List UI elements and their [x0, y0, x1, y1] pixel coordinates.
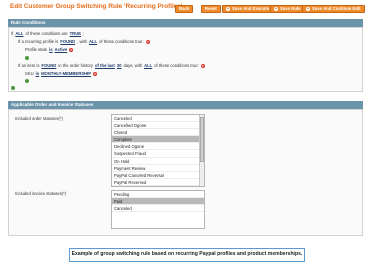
- condition-text: of these conditions true:: [154, 63, 199, 68]
- condition-attribute: Profile state: [25, 47, 48, 52]
- order-statuses-select[interactable]: Canceled Cancelled Ogone Closed Complete Dec…: [111, 114, 205, 187]
- invoice-statuses-select[interactable]: Pending Paid Canceled: [111, 190, 205, 229]
- rule-conditions-header: Rule Conditions: [8, 19, 363, 27]
- reset-button[interactable]: Reset: [201, 5, 221, 13]
- save-icon: +: [226, 6, 230, 11]
- value-link[interactable]: TRUE: [70, 31, 81, 36]
- condition-text: :: [83, 31, 85, 36]
- days-link[interactable]: 30: [117, 63, 122, 68]
- condition-text: If a recurring profile is: [18, 39, 59, 44]
- found-link[interactable]: FOUND: [41, 63, 56, 68]
- remove-icon[interactable]: ×: [145, 39, 150, 44]
- back-button-label: Back: [179, 6, 190, 11]
- page-title: Edit Customer Group Switching Rule 'Recu…: [10, 3, 183, 10]
- condition-text: If an item is: [18, 63, 40, 68]
- list-item[interactable]: Canceled: [112, 115, 200, 123]
- list-item[interactable]: Canceled: [112, 205, 204, 213]
- remove-icon[interactable]: ×: [93, 71, 97, 76]
- add-condition-icon[interactable]: [11, 86, 15, 90]
- condition-order-history: If an item is FOUND in the order history…: [18, 63, 205, 68]
- condition-attribute: SKU: [25, 71, 34, 76]
- condition-recurring-profile: If a recurring profile is FOUND , with A…: [18, 39, 150, 44]
- list-item[interactable]: Paid: [112, 198, 204, 206]
- caption: Example of group switching rule based on…: [69, 248, 305, 262]
- condition-root: If ALL of these conditions are TRUE :: [11, 31, 84, 36]
- list-item[interactable]: Suspected Fraud: [112, 150, 200, 158]
- aggregator-link[interactable]: ALL: [15, 31, 23, 36]
- found-link[interactable]: FOUND: [60, 39, 75, 44]
- back-button[interactable]: Back: [175, 5, 194, 13]
- aggregator-link[interactable]: ALL: [89, 39, 97, 44]
- condition-text: of these conditions true:: [99, 39, 144, 44]
- rule-conditions-panel: [8, 27, 363, 92]
- save-and-execute-button[interactable]: + Save And Execute: [222, 5, 274, 13]
- condition-text: , with: [77, 39, 87, 44]
- order-options: Canceled Cancelled Ogone Closed Complete Dec…: [112, 115, 200, 186]
- add-condition-icon[interactable]: [25, 56, 29, 60]
- save-and-continue-button[interactable]: + Save And Continue Edit: [302, 5, 365, 13]
- save-and-continue-label: Save And Continue Edit: [312, 6, 361, 11]
- list-item[interactable]: Cancelled Ogone: [112, 122, 200, 130]
- scrollbar-thumb[interactable]: [200, 117, 204, 162]
- order-statuses-label: Included order statuses(*): [15, 116, 63, 121]
- invoice-options: Pending Paid Canceled: [112, 191, 204, 213]
- list-item[interactable]: Pending: [112, 191, 204, 199]
- reset-button-label: Reset: [205, 6, 217, 11]
- list-item[interactable]: Declined Ogone: [112, 143, 200, 151]
- condition-text: of these conditions are: [25, 31, 68, 36]
- value-link[interactable]: MONTHLY-MEMBERSHIP: [41, 71, 91, 76]
- operator-link[interactable]: is: [49, 47, 53, 52]
- remove-icon[interactable]: ×: [200, 63, 205, 68]
- condition-text: If: [11, 31, 14, 36]
- list-item[interactable]: Closed: [112, 129, 200, 137]
- add-condition-icon[interactable]: [25, 79, 29, 83]
- value-link[interactable]: Active: [55, 47, 68, 52]
- period-link[interactable]: of the last: [95, 63, 115, 68]
- list-item[interactable]: Payment Review: [112, 165, 200, 172]
- condition-text: in the order history: [58, 63, 93, 68]
- save-icon: +: [274, 6, 278, 11]
- list-item[interactable]: On Hold: [112, 158, 200, 165]
- list-item[interactable]: PayPal Canceled Reversal: [112, 172, 200, 179]
- save-rule-button[interactable]: + Save Rule: [270, 5, 305, 13]
- invoice-statuses-label: Included invoice statuses(*): [15, 191, 67, 196]
- scrollbar[interactable]: [199, 115, 204, 186]
- save-rule-label: Save Rule: [280, 6, 301, 11]
- condition-sku: SKU is MONTHLY-MEMBERSHIP ×: [25, 71, 97, 76]
- statuses-header: Applicable Order and Invoice Statuses: [8, 101, 363, 109]
- operator-link[interactable]: is: [36, 71, 40, 76]
- save-icon: +: [306, 6, 310, 11]
- remove-icon[interactable]: ×: [69, 47, 74, 52]
- list-item[interactable]: PayPal Reversed: [112, 179, 200, 186]
- condition-profile-state: Profile state is Active ×: [25, 47, 74, 52]
- condition-text: days, with: [123, 63, 143, 68]
- list-item[interactable]: Complete: [112, 136, 200, 144]
- save-and-execute-label: Save And Execute: [232, 6, 270, 11]
- aggregator-link[interactable]: ALL: [144, 63, 152, 68]
